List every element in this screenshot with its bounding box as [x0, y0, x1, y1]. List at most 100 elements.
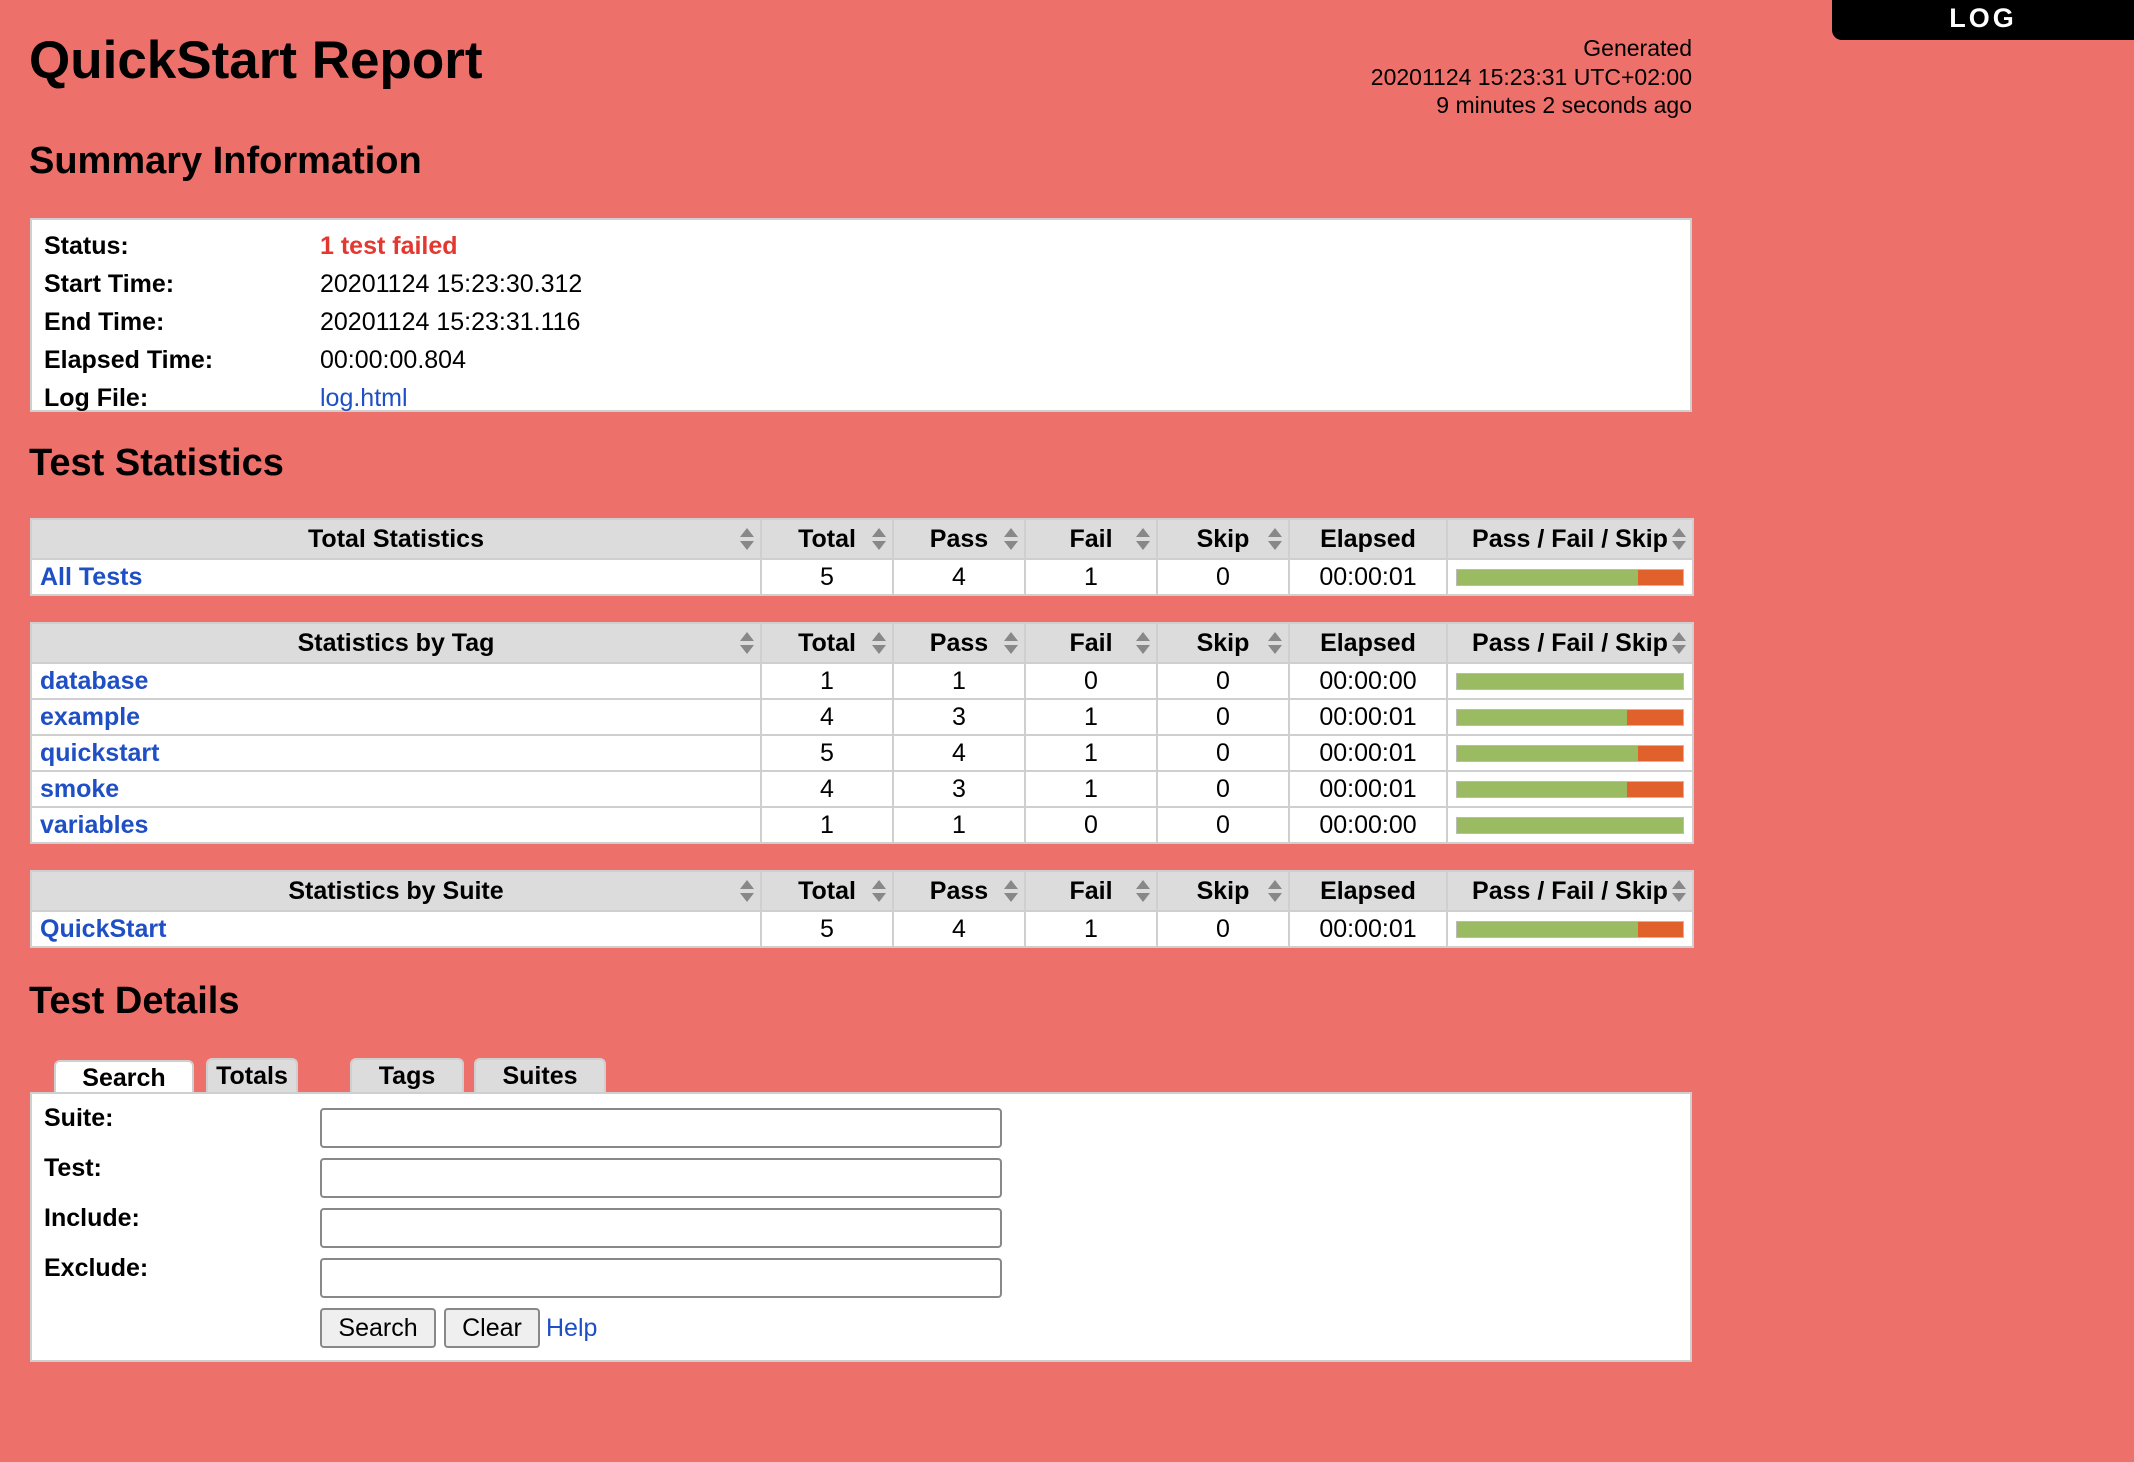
header-column-6[interactable]: Pass / Fail / Skip: [1446, 870, 1694, 912]
table-row: All Tests 5 4 1 0 00:00:01: [30, 558, 1694, 596]
pass-fail-skip-bar: [1456, 568, 1684, 586]
page-title: QuickStart Report: [29, 31, 483, 90]
sort-icon[interactable]: [1268, 632, 1282, 654]
summary-heading: Summary Information: [29, 140, 422, 182]
header-column-3[interactable]: Fail: [1024, 870, 1158, 912]
stat-name-link[interactable]: All Tests: [40, 563, 142, 591]
header-label: Skip: [1196, 628, 1250, 657]
graph-cell: [1446, 698, 1694, 736]
total-cell: 5: [760, 910, 894, 948]
include-input[interactable]: [320, 1208, 1002, 1248]
table-row: smoke 4 3 1 0 00:00:01: [30, 770, 1694, 808]
sort-icon[interactable]: [1004, 528, 1018, 550]
elapsed-cell: 00:00:00: [1288, 662, 1448, 700]
fail-segment: [1626, 709, 1683, 725]
header-column-4[interactable]: Skip: [1156, 870, 1290, 912]
fail-segment: [1626, 781, 1683, 797]
sort-icon[interactable]: [1672, 528, 1686, 550]
header-label: Pass: [929, 524, 989, 553]
elapsed-time-value: 00:00:00.804: [320, 346, 466, 374]
stat-name-link[interactable]: QuickStart: [40, 915, 166, 943]
header-column-3[interactable]: Fail: [1024, 518, 1158, 560]
stat-name-link[interactable]: quickstart: [40, 739, 159, 767]
log-file-link[interactable]: log.html: [320, 384, 408, 413]
header-column-5: Elapsed: [1288, 518, 1448, 560]
header-column-1[interactable]: Total: [760, 870, 894, 912]
stat-name-link[interactable]: database: [40, 667, 148, 695]
sort-icon[interactable]: [1268, 880, 1282, 902]
skip-cell: 0: [1156, 910, 1290, 948]
search-button[interactable]: Search: [320, 1308, 436, 1348]
status-label: Status:: [44, 232, 129, 260]
header-column-2[interactable]: Pass: [892, 622, 1026, 664]
sort-icon[interactable]: [1004, 880, 1018, 902]
sort-icon[interactable]: [872, 632, 886, 654]
stat-name-link[interactable]: example: [40, 703, 140, 731]
stat-name-link[interactable]: smoke: [40, 775, 119, 803]
sort-icon[interactable]: [1136, 528, 1150, 550]
sort-icon[interactable]: [740, 632, 754, 654]
summary-row-end-time: End Time: 20201124 15:23:31.116: [32, 302, 1690, 340]
generated-info: Generated 20201124 15:23:31 UTC+02:00 9 …: [1300, 34, 1692, 120]
pass-segment: [1457, 745, 1638, 761]
clear-button[interactable]: Clear: [444, 1308, 540, 1348]
header-column-4[interactable]: Skip: [1156, 622, 1290, 664]
sort-icon[interactable]: [1136, 880, 1150, 902]
tab-tags[interactable]: Tags: [350, 1058, 464, 1092]
suite-input[interactable]: [320, 1108, 1002, 1148]
total-cell: 4: [760, 698, 894, 736]
fail-cell: 0: [1024, 806, 1158, 844]
sort-icon[interactable]: [740, 880, 754, 902]
test-label: Test:: [44, 1154, 102, 1182]
sort-icon[interactable]: [740, 528, 754, 550]
sort-icon[interactable]: [1672, 632, 1686, 654]
tab-suites[interactable]: Suites: [474, 1058, 606, 1092]
exclude-input[interactable]: [320, 1258, 1002, 1298]
summary-row-log-file: Log File: log.html: [32, 378, 1690, 416]
header-suite-name[interactable]: Statistics by Suite: [30, 870, 762, 912]
tab-totals[interactable]: Totals: [206, 1058, 298, 1092]
log-button[interactable]: LOG: [1832, 0, 2134, 40]
end-time-value: 20201124 15:23:31.116: [320, 308, 581, 336]
pass-segment: [1457, 921, 1638, 937]
graph-cell: [1446, 910, 1694, 948]
header-label: Fail: [1069, 628, 1113, 657]
header-column-3[interactable]: Fail: [1024, 622, 1158, 664]
pass-segment: [1457, 673, 1683, 689]
header-total-name[interactable]: Total Statistics: [30, 518, 762, 560]
header-column-2[interactable]: Pass: [892, 518, 1026, 560]
test-input[interactable]: [320, 1158, 1002, 1198]
statistics-suite-table: Statistics by Suite Total Pass Fail Skip Elap…: [30, 870, 1694, 948]
header-label: Elapsed: [1320, 876, 1416, 905]
summary-table: Status: 1 test failed Start Time: 202011…: [30, 218, 1692, 412]
statistics-heading: Test Statistics: [29, 442, 284, 484]
summary-row-status: Status: 1 test failed: [32, 226, 1690, 264]
sort-icon[interactable]: [1136, 632, 1150, 654]
graph-cell: [1446, 806, 1694, 844]
help-link[interactable]: Help: [546, 1314, 597, 1343]
header-column-2[interactable]: Pass: [892, 870, 1026, 912]
pass-segment: [1457, 781, 1627, 797]
stat-name-cell: quickstart: [30, 734, 762, 772]
header-column-5: Elapsed: [1288, 622, 1448, 664]
header-column-1[interactable]: Total: [760, 622, 894, 664]
stat-name-link[interactable]: variables: [40, 811, 148, 839]
total-cell: 5: [760, 734, 894, 772]
summary-row-elapsed-time: Elapsed Time: 00:00:00.804: [32, 340, 1690, 378]
header-column-4[interactable]: Skip: [1156, 518, 1290, 560]
header-tag-name[interactable]: Statistics by Tag: [30, 622, 762, 664]
stat-name-cell: QuickStart: [30, 910, 762, 948]
header-column-6[interactable]: Pass / Fail / Skip: [1446, 518, 1694, 560]
status-value: 1 test failed: [320, 232, 458, 260]
header-column-6[interactable]: Pass / Fail / Skip: [1446, 622, 1694, 664]
header-label: Fail: [1069, 524, 1113, 553]
pass-fail-skip-bar: [1456, 780, 1684, 798]
sort-icon[interactable]: [872, 528, 886, 550]
sort-icon[interactable]: [1004, 632, 1018, 654]
header-column-1[interactable]: Total: [760, 518, 894, 560]
summary-row-start-time: Start Time: 20201124 15:23:30.312: [32, 264, 1690, 302]
sort-icon[interactable]: [1268, 528, 1282, 550]
sort-icon[interactable]: [872, 880, 886, 902]
header-label: Pass / Fail / Skip: [1472, 628, 1668, 657]
sort-icon[interactable]: [1672, 880, 1686, 902]
